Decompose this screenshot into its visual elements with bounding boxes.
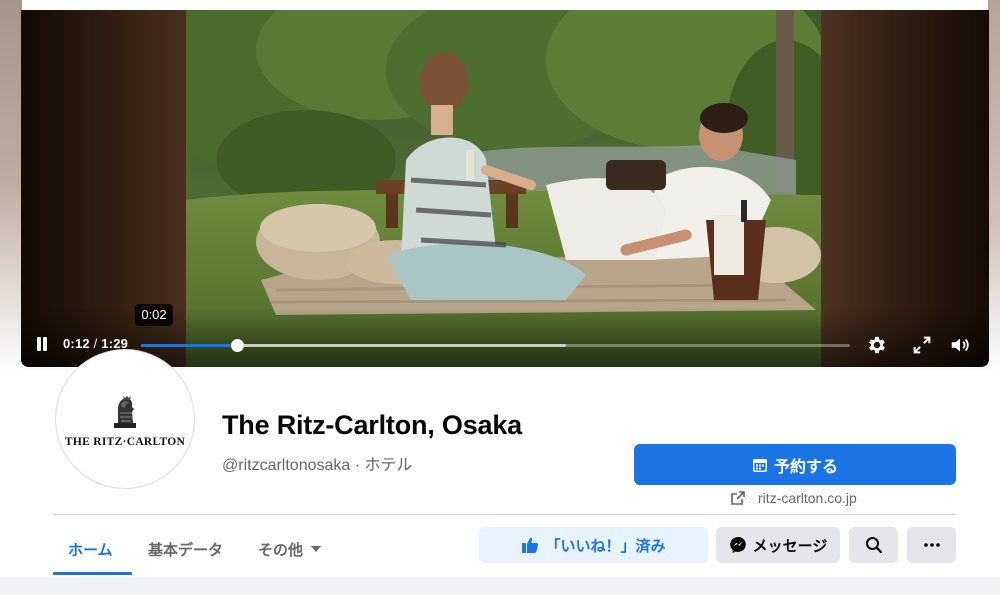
liked-label: 「いいね！」済み <box>545 537 666 555</box>
external-link-icon <box>731 491 745 505</box>
fullscreen-icon <box>913 336 931 354</box>
seek-hover-tooltip: 0:02 <box>135 304 173 326</box>
website-url: ritz-carlton.co.jp <box>758 490 857 506</box>
active-tab-indicator <box>53 572 132 575</box>
current-time: 0:12 <box>63 336 90 351</box>
avatar-logo-text: THE RITZ·CARLTON <box>64 436 186 448</box>
seek-played <box>141 344 238 347</box>
reserve-button[interactable]: 予約する <box>634 444 956 485</box>
calendar-icon <box>752 458 767 472</box>
cover-blur-right <box>988 0 1000 370</box>
fullscreen-button[interactable] <box>911 334 933 356</box>
seek-bar[interactable] <box>141 339 850 352</box>
search-button[interactable] <box>849 527 898 563</box>
header-divider <box>53 514 956 515</box>
cover-blur-left <box>0 0 22 370</box>
tab-home-label: ホーム <box>68 541 113 559</box>
settings-button[interactable] <box>866 334 888 356</box>
message-label: メッセージ <box>752 537 828 555</box>
tab-more-label: その他 <box>258 541 304 559</box>
tab-about-label: 基本データ <box>148 541 224 559</box>
gear-icon <box>869 336 885 354</box>
caret-down-icon <box>311 546 322 552</box>
cover-video-player[interactable]: 0:02 0:12 / 1:29 <box>21 10 989 367</box>
tab-home[interactable]: ホーム <box>68 526 113 572</box>
pause-button[interactable] <box>35 337 49 353</box>
time-separator: / <box>89 336 102 351</box>
thumbs-up-icon <box>522 537 539 553</box>
content-background <box>0 577 1000 595</box>
cover-area: 0:02 0:12 / 1:29 <box>0 0 1000 370</box>
search-icon <box>865 537 882 554</box>
lion-crest-icon <box>114 396 136 428</box>
pause-icon <box>37 337 41 351</box>
duration: 1:29 <box>101 336 129 351</box>
reserve-label: 予約する <box>773 458 838 476</box>
website-link[interactable]: ritz-carlton.co.jp <box>730 490 857 506</box>
time-display: 0:12 / 1:29 <box>63 336 128 351</box>
liked-button[interactable]: 「いいね！」済み <box>479 527 708 563</box>
volume-button[interactable] <box>949 334 971 356</box>
volume-icon <box>951 338 969 352</box>
message-button[interactable]: メッセージ <box>716 527 840 563</box>
tab-more[interactable]: その他 <box>258 526 322 572</box>
page-avatar[interactable]: THE RITZ·CARLTON <box>56 350 194 488</box>
more-dots-icon <box>923 543 940 547</box>
page-subtitle: @ritzcarltonosaka · ホテル <box>222 457 413 474</box>
more-options-button[interactable] <box>907 527 956 563</box>
tab-about[interactable]: 基本データ <box>148 526 223 572</box>
messenger-icon <box>729 537 746 553</box>
page-title: The Ritz-Carlton, Osaka <box>222 410 522 440</box>
